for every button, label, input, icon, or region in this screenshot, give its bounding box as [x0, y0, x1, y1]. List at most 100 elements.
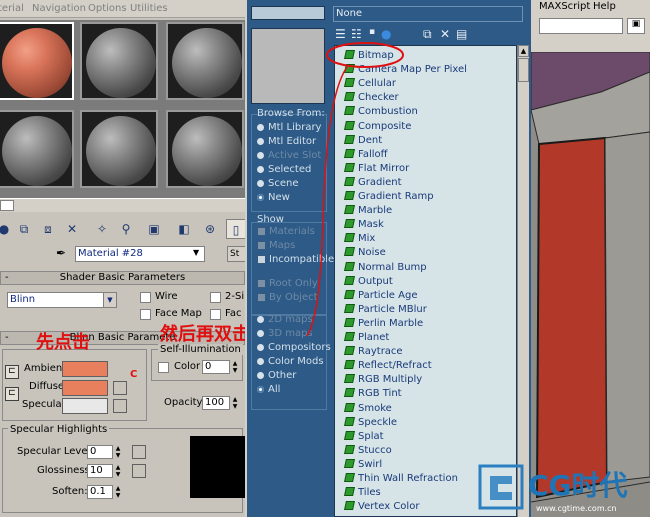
category-option[interactable]: 2D maps	[257, 314, 313, 325]
category-option[interactable]: Other	[257, 370, 296, 381]
ambient-color-swatch[interactable]	[62, 361, 108, 377]
map-list-item[interactable]: Checker	[344, 91, 399, 105]
sample-slot-1[interactable]	[0, 22, 74, 100]
map-list-item[interactable]: Perlin Marble	[344, 317, 423, 331]
pick-material-icon[interactable]: ✒	[56, 246, 66, 260]
map-list-item[interactable]: Reflect/Refract	[344, 359, 432, 373]
map-list-item[interactable]: RGB Tint	[344, 387, 402, 401]
browse-from-option[interactable]: Mtl Library	[257, 122, 321, 133]
menu-navigation[interactable]: Navigation	[32, 3, 86, 14]
shader-type-select[interactable]: Blinn ▼	[7, 292, 117, 308]
map-list-item[interactable]: Swirl	[344, 458, 382, 472]
checkbox[interactable]	[257, 254, 266, 264]
sample-slot-4[interactable]	[0, 110, 74, 188]
by-object-checkbox[interactable]	[257, 292, 266, 302]
face-map-checkbox[interactable]	[140, 309, 151, 320]
material-name-input[interactable]: Material #28	[75, 246, 205, 262]
radio-button[interactable]	[257, 137, 264, 145]
map-list-item[interactable]: Combustion	[344, 105, 418, 119]
material-id-icon[interactable]: ▣	[144, 219, 164, 239]
spinner-arrows-icon[interactable]: ▲ ▼	[231, 360, 239, 374]
browse-from-option[interactable]: Scene	[257, 178, 299, 189]
map-list-item[interactable]: Dent	[344, 134, 382, 148]
radio-button[interactable]	[257, 357, 264, 365]
map-list-item[interactable]: Smoke	[344, 402, 392, 416]
sample-slot-2[interactable]	[80, 22, 158, 100]
material-type-button[interactable]: St	[227, 246, 245, 262]
render-icon[interactable]: ▣	[627, 18, 645, 34]
delete-from-library-icon[interactable]: ✕	[440, 27, 450, 41]
get-material-icon[interactable]: ●	[0, 219, 14, 239]
self-illum-color-checkbox[interactable]	[158, 362, 169, 373]
map-list-item[interactable]: Vertex Color	[344, 500, 419, 514]
specular-map-button[interactable]	[113, 399, 127, 413]
large-icons-view-icon[interactable]: ●	[381, 27, 391, 41]
checkbox[interactable]	[257, 226, 266, 236]
root-only-option[interactable]: Root Only	[257, 278, 318, 289]
opacity-value[interactable]: 100	[202, 396, 230, 410]
self-illum-value[interactable]: 0	[202, 360, 230, 374]
menu-help[interactable]: Help	[593, 1, 616, 12]
radio-button[interactable]	[257, 371, 264, 379]
reset-map-icon[interactable]: ✕	[62, 219, 82, 239]
map-list-item[interactable]: Falloff	[344, 148, 388, 162]
spinner-arrows-icon[interactable]: ▲ ▼	[114, 464, 122, 478]
spinner-arrows-icon[interactable]: ▲ ▼	[231, 396, 239, 410]
category-option[interactable]: Color Mods	[257, 356, 324, 367]
map-list-item[interactable]: RGB Multiply	[344, 373, 422, 387]
show-map-icon[interactable]: ◧	[174, 219, 194, 239]
two-sided-checkbox[interactable]	[210, 292, 221, 303]
soften-value[interactable]: 0.1	[87, 485, 113, 499]
go-to-parent-icon[interactable]: ▯	[226, 219, 245, 239]
map-list-item[interactable]: Splat	[344, 430, 384, 444]
update-scene-materials-icon[interactable]: ⧉	[423, 27, 432, 42]
sample-slot-6[interactable]	[166, 110, 244, 188]
slots-scrollbar[interactable]	[0, 198, 245, 212]
menu-material[interactable]: terial	[0, 3, 24, 14]
map-list-item[interactable]: Mask	[344, 218, 384, 232]
category-option[interactable]: 3D maps	[257, 328, 313, 339]
sample-slot-3[interactable]	[166, 22, 244, 100]
map-list-item[interactable]: Tiles	[344, 486, 381, 500]
root-only-checkbox[interactable]	[257, 278, 266, 288]
map-list-item[interactable]: Speckle	[344, 416, 397, 430]
map-list-item[interactable]: Mix	[344, 232, 375, 246]
map-list-item[interactable]: Output	[344, 275, 393, 289]
spec-level-value[interactable]: 0	[87, 445, 113, 459]
gloss-value[interactable]: 10	[87, 464, 113, 478]
menu-maxscript[interactable]: MAXScript	[539, 1, 590, 12]
radio-button[interactable]	[257, 151, 264, 159]
diffuse-map-button[interactable]	[113, 381, 127, 395]
show-option[interactable]: Incompatible	[257, 254, 334, 265]
lock-ambient-diffuse-icon[interactable]: ⊏	[5, 365, 19, 379]
make-copy-icon[interactable]: ✧	[92, 219, 112, 239]
map-list-item[interactable]: Particle Age	[344, 289, 417, 303]
selection-set-dropdown[interactable]	[539, 18, 623, 34]
map-list-item[interactable]: Stucco	[344, 444, 392, 458]
specular-color-swatch[interactable]	[62, 398, 108, 414]
viewport-scene[interactable]	[531, 52, 650, 517]
put-to-scene-icon[interactable]: ⧉	[14, 219, 34, 239]
scroll-thumb[interactable]	[0, 200, 14, 211]
small-icons-view-icon[interactable]: ▪	[369, 27, 375, 37]
make-unique-icon[interactable]: ⚲	[116, 219, 136, 239]
browse-from-option[interactable]: Active Slot	[257, 150, 321, 161]
diffuse-color-swatch[interactable]	[62, 380, 108, 396]
menu-utilities[interactable]: Utilities	[130, 3, 168, 14]
map-list-item[interactable]: Normal Bump	[344, 261, 427, 275]
map-list-item[interactable]: Composite	[344, 120, 411, 134]
map-list-item[interactable]: Marble	[344, 204, 392, 218]
shader-rollout-header[interactable]: - Shader Basic Parameters	[0, 271, 245, 285]
faceted-checkbox[interactable]	[210, 309, 221, 320]
assign-material-icon[interactable]: ⧈	[38, 219, 58, 239]
radio-button[interactable]	[257, 165, 264, 173]
radio-button[interactable]	[257, 329, 264, 337]
show-option[interactable]: Materials	[257, 226, 315, 237]
scroll-thumb[interactable]	[518, 58, 529, 82]
checkbox[interactable]	[257, 240, 266, 250]
map-list-item[interactable]: Gradient	[344, 176, 402, 190]
spec-level-map-button[interactable]	[132, 445, 146, 459]
chevron-down-icon[interactable]: ▼	[193, 248, 199, 257]
scroll-up-icon[interactable]: ▲	[518, 45, 529, 57]
map-list-item[interactable]: Camera Map Per Pixel	[344, 63, 467, 77]
